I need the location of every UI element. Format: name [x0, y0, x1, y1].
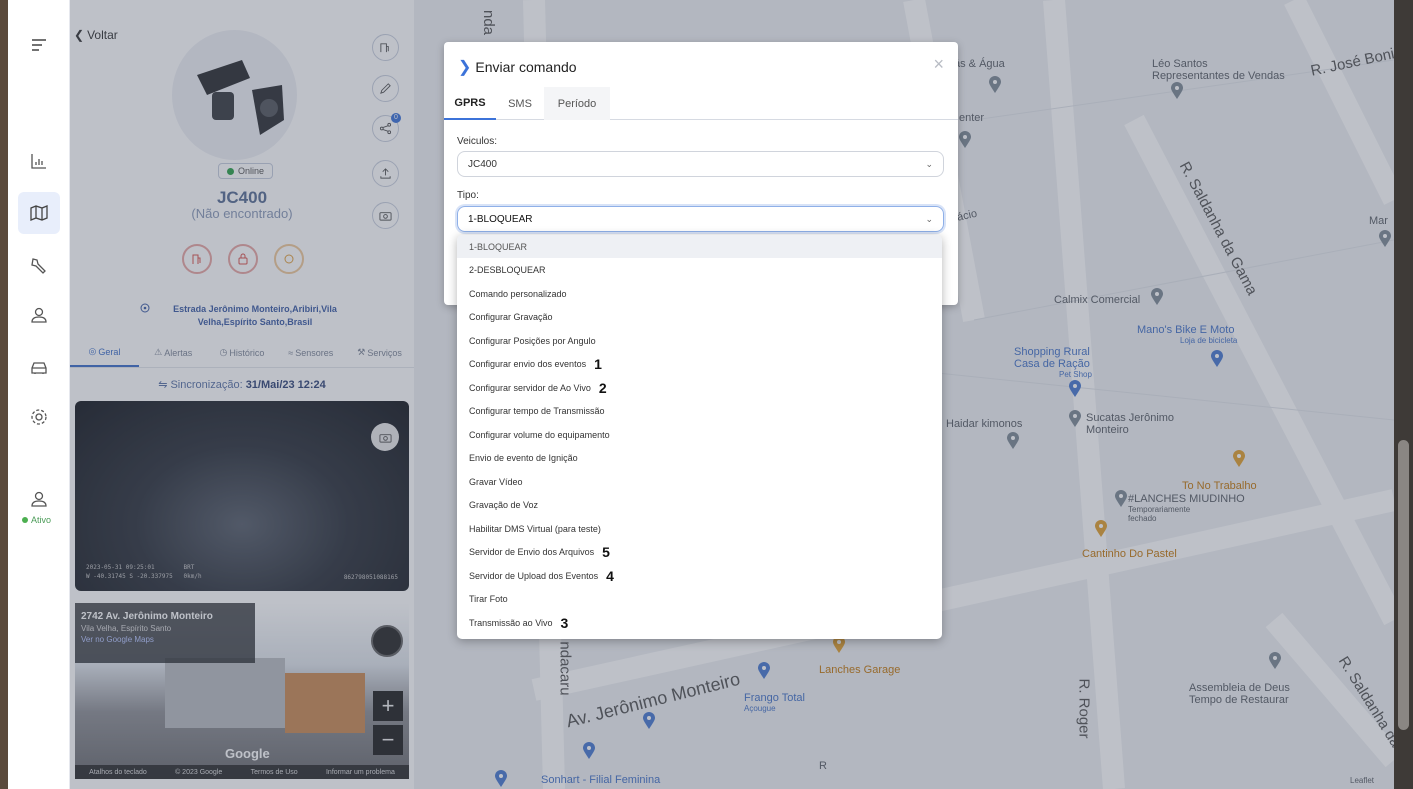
- settings-icon[interactable]: [18, 396, 60, 438]
- annotation-number: 5: [602, 544, 610, 560]
- scrollbar-thumb[interactable]: [1398, 440, 1409, 730]
- dropdown-option[interactable]: Gravação de Voz: [457, 494, 942, 517]
- dropdown-option-label: 2-DESBLOQUEAR: [469, 265, 546, 275]
- annotation-number: 4: [606, 567, 614, 584]
- modal-tabs: GPRS SMS Período: [444, 87, 958, 120]
- window-edge-left: [0, 0, 8, 789]
- chevron-down-icon: ⌄: [925, 158, 933, 169]
- tab-periodo[interactable]: Período: [544, 87, 610, 120]
- dropdown-option-label: Gravar Vídeo: [469, 476, 523, 487]
- account-status: Ativo: [22, 515, 51, 525]
- dropdown-option[interactable]: Tirar Foto: [457, 588, 942, 611]
- dropdown-option[interactable]: Configurar servidor de Ao Vivo 2: [457, 376, 942, 399]
- annotation-number: 2: [598, 379, 607, 396]
- annotation-number: 1: [594, 356, 602, 372]
- dropdown-option-label: Servidor de Envio dos Arquivos: [469, 547, 595, 557]
- modal-title-text: Enviar comando: [475, 59, 577, 75]
- dropdown-option-label: Configurar tempo de Transmissão: [469, 406, 605, 416]
- modal-title: ❯ Enviar comando: [458, 57, 577, 77]
- tab-sms[interactable]: SMS: [496, 87, 544, 120]
- dropdown-option[interactable]: Configurar Posições por Angulo: [457, 329, 942, 352]
- menu-icon[interactable]: [18, 24, 60, 66]
- account-icon[interactable]: [18, 478, 60, 520]
- type-label: Tipo:: [457, 190, 479, 201]
- user-icon[interactable]: [18, 294, 60, 336]
- dropdown-option-label: Configurar servidor de Ao Vivo: [469, 382, 591, 393]
- dropdown-option[interactable]: Gravar Vídeo: [457, 470, 942, 493]
- tools-icon[interactable]: [18, 244, 60, 286]
- nav-rail: Ativo: [8, 0, 70, 789]
- type-select-value: 1-BLOQUEAR: [468, 213, 533, 225]
- type-select[interactable]: 1-BLOQUEAR ⌄: [457, 206, 944, 232]
- dropdown-option-label: Habilitar DMS Virtual (para teste): [469, 523, 601, 534]
- account-status-label: Ativo: [31, 515, 52, 525]
- status-dot: [22, 517, 28, 523]
- close-icon[interactable]: ×: [933, 54, 944, 75]
- dropdown-option[interactable]: Servidor de Upload dos Eventos 4: [457, 564, 942, 587]
- dropdown-option-label: Configurar volume do equipamento: [469, 429, 610, 440]
- reports-icon[interactable]: [18, 140, 60, 182]
- dropdown-option[interactable]: 2-DESBLOQUEAR: [457, 259, 942, 282]
- dropdown-option-label: Configurar Gravação: [469, 312, 553, 322]
- dropdown-option[interactable]: Configurar envio dos eventos 1: [457, 353, 942, 376]
- dropdown-option[interactable]: 1-BLOQUEAR: [457, 235, 942, 258]
- window-scrollbar[interactable]: [1394, 0, 1413, 789]
- vehicles-select-value: JC400: [468, 158, 497, 170]
- map-icon[interactable]: [18, 192, 60, 234]
- dropdown-option[interactable]: Configurar tempo de Transmissão: [457, 400, 942, 423]
- dropdown-option[interactable]: Transmissão ao Vivo 3: [457, 611, 942, 634]
- vehicles-label: Veiculos:: [457, 136, 498, 147]
- annotation-number: 3: [560, 614, 569, 631]
- dropdown-option[interactable]: Envio de evento de Ignição: [457, 447, 942, 470]
- chevron-down-icon: ⌄: [925, 213, 933, 224]
- dropdown-option-label: Tirar Foto: [469, 594, 508, 604]
- type-dropdown-list: 1-BLOQUEAR 2-DESBLOQUEAR Comando personali…: [457, 235, 942, 639]
- vehicles-select[interactable]: JC400 ⌄: [457, 151, 944, 177]
- dropdown-option[interactable]: Configurar volume do equipamento: [457, 423, 942, 446]
- dropdown-option[interactable]: Comando personalizado: [457, 282, 942, 305]
- tab-gprs[interactable]: GPRS: [444, 87, 496, 120]
- dropdown-option[interactable]: Configurar Gravação: [457, 306, 942, 329]
- dropdown-option-label: Configurar Posições por Angulo: [469, 335, 596, 346]
- dropdown-option[interactable]: Servidor de Envio dos Arquivos 5: [457, 541, 942, 564]
- dropdown-option-label: Servidor de Upload dos Eventos: [469, 570, 599, 581]
- dropdown-option-label: Envio de evento de Ignição: [469, 453, 578, 463]
- dropdown-option-label: Gravação de Voz: [469, 500, 539, 510]
- dropdown-option-label: 1-BLOQUEAR: [469, 241, 528, 252]
- chevron-right-icon: ❯: [458, 59, 472, 76]
- vehicle-icon[interactable]: [18, 346, 60, 388]
- dropdown-option[interactable]: Habilitar DMS Virtual (para teste): [457, 517, 942, 540]
- dropdown-option-label: Comando personalizado: [469, 288, 567, 299]
- dropdown-option-label: Configurar envio dos eventos: [469, 359, 587, 369]
- dropdown-option-label: Transmissão ao Vivo: [469, 617, 553, 628]
